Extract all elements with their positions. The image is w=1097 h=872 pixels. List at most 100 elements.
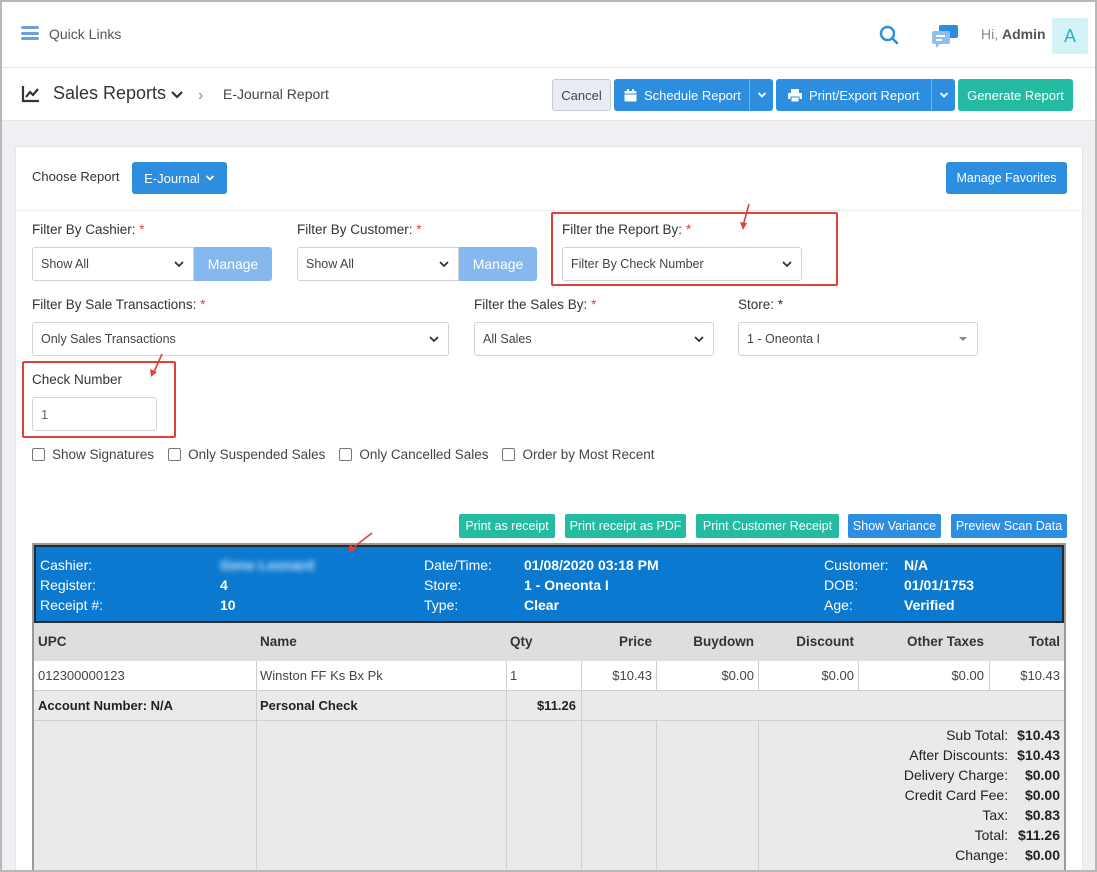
filter-sale-tx-select[interactable]: Only Sales Transactions — [32, 322, 449, 356]
column-divider — [656, 661, 657, 691]
printer-icon — [788, 88, 802, 102]
manage-favorites-button[interactable]: Manage Favorites — [946, 162, 1067, 194]
filter-sales-by-label-text: Filter the Sales By: — [474, 297, 588, 312]
receipt: Cashier: Gene Leonard Register: 4 Receip… — [32, 532, 1066, 870]
column-divider — [656, 721, 657, 870]
choose-report-label: Choose Report — [32, 169, 120, 184]
register-value: 4 — [220, 577, 228, 593]
chevron-down-icon — [205, 175, 214, 181]
dob-value: 01/01/1753 — [904, 577, 975, 593]
show-variance-button[interactable]: Show Variance — [848, 514, 941, 538]
column-divider — [758, 661, 759, 691]
checkbox-box[interactable] — [339, 448, 353, 461]
totals-block: Sub Total: $10.43 After Discounts: $10.4… — [904, 725, 1060, 865]
cancel-button[interactable]: Cancel — [552, 79, 611, 111]
after-discounts-label: After Discounts: — [909, 747, 1009, 763]
chevron-down-icon — [174, 261, 184, 268]
chevron-down-icon — [439, 261, 449, 268]
user-name: Admin — [1002, 26, 1046, 42]
item-upc: 012300000123 — [38, 668, 125, 683]
checkbox-label: Show Signatures — [52, 447, 155, 462]
required-mark: * — [416, 222, 422, 237]
tax-label: Tax: — [982, 807, 1009, 823]
table-row: 012300000123 Winston FF Ks Bx Pk 1 $10.4… — [34, 661, 1064, 691]
print-as-receipt-button[interactable]: Print as receipt — [459, 514, 555, 538]
total-value: $11.26 — [1017, 827, 1060, 843]
chevron-down-icon[interactable] — [170, 88, 184, 102]
print-customer-receipt-button[interactable]: Print Customer Receipt — [696, 514, 839, 538]
show-signatures-checkbox[interactable]: Show Signatures — [32, 447, 154, 462]
filter-customer-select[interactable]: Show All — [297, 247, 459, 281]
item-discount: $0.00 — [821, 668, 854, 683]
receipt-header: Cashier: Gene Leonard Register: 4 Receip… — [34, 545, 1064, 623]
filter-sales-by-value: All Sales — [483, 332, 532, 346]
customer-value: N/A — [904, 557, 929, 573]
receipt-number-label: Receipt #: — [40, 597, 104, 613]
avatar[interactable]: A — [1052, 18, 1088, 54]
only-suspended-checkbox[interactable]: Only Suspended Sales — [168, 447, 325, 462]
delivery-charge-label: Delivery Charge: — [903, 767, 1009, 783]
generate-report-button[interactable]: Generate Report — [958, 79, 1073, 111]
credit-card-fee-label: Credit Card Fee: — [904, 787, 1009, 803]
receipt-number-value: 10 — [220, 597, 236, 613]
print-receipt-pdf-button[interactable]: Print receipt as PDF — [565, 514, 686, 538]
datetime-label: Date/Time: — [424, 557, 492, 573]
filter-sales-by-select[interactable]: All Sales — [474, 322, 714, 356]
annotation-arrow-icon — [348, 532, 373, 552]
print-export-label: Print/Export Report — [809, 87, 920, 103]
schedule-report-button[interactable]: Schedule Report — [614, 79, 773, 111]
column-header: Discount — [796, 634, 854, 649]
annotation-highlight — [551, 212, 838, 286]
filter-customer-value: Show All — [306, 257, 354, 271]
register-label: Register: — [40, 577, 97, 593]
only-cancelled-checkbox[interactable]: Only Cancelled Sales — [339, 447, 488, 462]
search-icon[interactable] — [879, 25, 899, 45]
cashier-value: Gene Leonard — [220, 557, 315, 573]
report-type-dropdown[interactable]: E-Journal — [132, 162, 227, 194]
filter-customer-label-text: Filter By Customer: — [297, 222, 413, 237]
checkbox-box[interactable] — [32, 448, 45, 461]
page-title[interactable]: Sales Reports — [53, 83, 166, 104]
chevron-down-icon — [694, 336, 704, 343]
column-header: Total — [1028, 634, 1060, 649]
chat-icon[interactable] — [931, 24, 959, 48]
checkbox-label: Order by Most Recent — [522, 447, 655, 462]
manage-cashier-button[interactable]: Manage — [194, 247, 272, 281]
quick-links-link[interactable]: Quick Links — [49, 26, 121, 42]
item-buydown: $0.00 — [721, 668, 754, 683]
preview-scan-data-button[interactable]: Preview Scan Data — [951, 514, 1067, 538]
totals-row: Total: $11.26 — [904, 825, 1060, 845]
required-mark: * — [200, 297, 206, 312]
delivery-charge-value: $0.00 — [1024, 767, 1060, 783]
manage-customer-button[interactable]: Manage — [459, 247, 537, 281]
column-header: Other Taxes — [906, 634, 984, 649]
filter-cashier-select[interactable]: Show All — [32, 247, 194, 281]
sub-total-value: $10.43 — [1017, 727, 1060, 743]
change-label: Change: — [955, 847, 1009, 863]
checkbox-box[interactable] — [502, 448, 516, 461]
datetime-value: 01/08/2020 03:18 PM — [524, 557, 659, 573]
column-header: UPC — [38, 634, 67, 649]
schedule-dropdown-toggle[interactable] — [749, 79, 773, 111]
customer-label: Customer: — [824, 557, 889, 573]
checkbox-box[interactable] — [168, 448, 182, 461]
column-header: Qty — [510, 634, 533, 649]
print-export-dropdown-toggle[interactable] — [931, 79, 955, 111]
filter-sales-by-label: Filter the Sales By: * — [474, 297, 596, 312]
filter-sale-tx-label-text: Filter By Sale Transactions: — [32, 297, 197, 312]
checkbox-label: Only Cancelled Sales — [359, 447, 489, 462]
calendar-icon — [624, 88, 637, 101]
filter-cashier-label: Filter By Cashier: * — [32, 222, 145, 237]
chevron-down-icon — [757, 92, 766, 98]
print-export-button[interactable]: Print/Export Report — [776, 79, 955, 111]
filter-cashier-label-text: Filter By Cashier: — [32, 222, 136, 237]
store-select[interactable]: 1 - Oneonta I — [738, 322, 978, 356]
totals-row: Change: $0.00 — [904, 845, 1060, 865]
breadcrumb-separator-icon: › — [198, 87, 204, 104]
order-most-recent-checkbox[interactable]: Order by Most Recent — [502, 447, 655, 462]
tax-value: $0.83 — [1024, 807, 1060, 823]
total-label: Total: — [974, 827, 1009, 843]
item-total: $10.43 — [1020, 668, 1060, 683]
column-divider — [256, 661, 257, 870]
hamburger-icon[interactable] — [21, 26, 39, 40]
